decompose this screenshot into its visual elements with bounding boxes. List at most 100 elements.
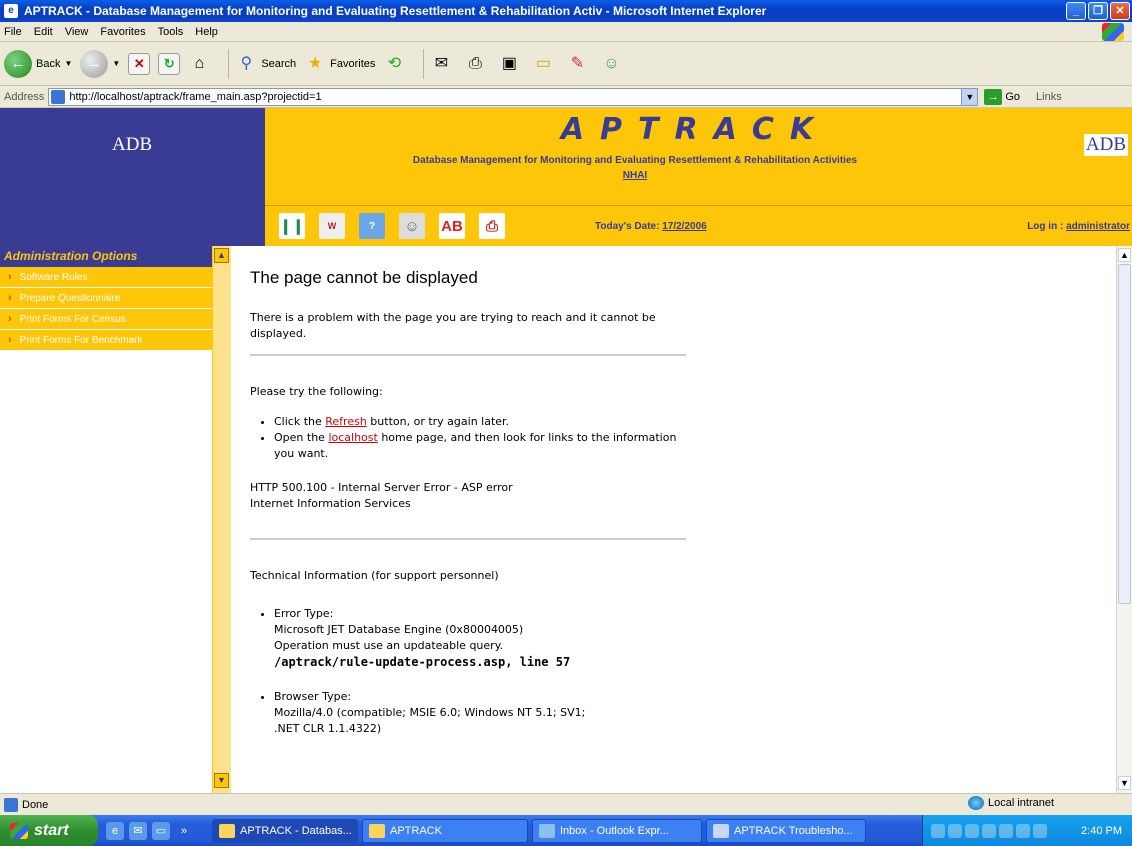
ie-quicklaunch-icon[interactable]: e: [106, 821, 124, 840]
maximize-button[interactable]: ❐: [1088, 2, 1108, 20]
taskbar-item-outlook[interactable]: Inbox - Outlook Expr...: [532, 818, 702, 843]
forward-arrow-icon: →: [80, 49, 109, 78]
menu-favorites[interactable]: Favorites: [100, 26, 145, 38]
history-button[interactable]: ⟲: [383, 53, 409, 75]
tray-icon[interactable]: [1016, 823, 1030, 838]
quick-launch: e ✉ ▭ »: [106, 821, 198, 840]
outlook-quicklaunch-icon[interactable]: ✉: [129, 821, 147, 840]
taskbar-item-ie[interactable]: APTRACK - Databas...: [212, 818, 358, 843]
discuss-button[interactable]: ▭: [532, 53, 558, 75]
login-user[interactable]: administrator: [1066, 221, 1130, 232]
login-info: Log in : administrator: [1027, 221, 1130, 232]
research-button[interactable]: ✎: [566, 53, 592, 75]
folder-icon: ▭: [535, 54, 551, 72]
address-field[interactable]: ▼: [48, 87, 979, 106]
org-link[interactable]: NHAI: [265, 170, 1005, 181]
browser-type-label: Browser Type:: [274, 690, 352, 703]
mail-icon: ✉: [434, 54, 449, 72]
scroll-down-icon[interactable]: ▼: [214, 773, 229, 788]
favorites-button[interactable]: ★ Favorites: [304, 53, 375, 75]
adb-logo-right: ADB: [1083, 134, 1128, 156]
clock[interactable]: 2:40 PM: [1081, 825, 1122, 837]
app-subtitle: Database Management for Monitoring and E…: [412, 155, 858, 166]
close-button[interactable]: ✕: [1110, 2, 1130, 20]
back-button[interactable]: ← Back ▼: [4, 49, 72, 78]
address-label: Address: [4, 90, 45, 103]
desktop-quicklaunch-icon[interactable]: ▭: [152, 821, 170, 840]
back-dropdown-icon[interactable]: ▼: [64, 59, 72, 68]
address-dropdown-icon[interactable]: ▼: [961, 88, 978, 105]
word-icon[interactable]: W: [319, 213, 345, 239]
person-icon[interactable]: ☺: [399, 213, 425, 239]
date-value[interactable]: 17/2/2006: [662, 221, 707, 232]
minimize-button[interactable]: _: [1066, 2, 1086, 20]
expand-chevron-icon[interactable]: »: [175, 822, 193, 840]
scroll-down-icon[interactable]: ▼: [1118, 776, 1131, 790]
book-icon[interactable]: ❙❙: [279, 213, 305, 239]
menu-help[interactable]: Help: [195, 26, 218, 38]
list-item: Open the localhost home page, and then l…: [274, 430, 686, 462]
sidebar-item-prepare-questionnaire[interactable]: › Prepare Questionnaire: [0, 288, 212, 309]
error-type-value: Microsoft JET Database Engine (0x8000400…: [274, 623, 524, 636]
forward-button[interactable]: → ▼: [80, 49, 120, 78]
go-button[interactable]: → Go: [984, 88, 1020, 105]
mail-button[interactable]: ✉: [430, 53, 456, 75]
messenger-button[interactable]: ☺: [600, 53, 626, 75]
page-scrollbar[interactable]: ▲ ▼: [1116, 246, 1132, 793]
security-zone[interactable]: Local intranet: [968, 796, 1054, 810]
localhost-link[interactable]: localhost: [328, 431, 377, 444]
search-button[interactable]: ⚲ Search: [235, 53, 296, 75]
print-button[interactable]: ⎙: [464, 53, 490, 75]
address-bar: Address ▼ → Go Links: [0, 86, 1132, 108]
menu-tools[interactable]: Tools: [158, 26, 184, 38]
list-item: Browser Type: Mozilla/4.0 (compatible; M…: [274, 689, 686, 737]
login-label: Log in :: [1027, 221, 1067, 232]
start-button[interactable]: start: [0, 815, 98, 846]
menu-view[interactable]: View: [65, 26, 89, 38]
refresh-link[interactable]: Refresh: [325, 415, 367, 428]
task-label: APTRACK - Databas...: [240, 824, 352, 837]
refresh-button[interactable]: ↻: [158, 52, 181, 75]
links-toolbar[interactable]: Links: [1036, 91, 1062, 103]
tray-icon[interactable]: [965, 823, 979, 838]
task-label: Inbox - Outlook Expr...: [560, 824, 669, 837]
bullet-text: Click the: [274, 415, 326, 428]
taskbar-item-word[interactable]: APTRACK Troublesho...: [706, 818, 866, 843]
scroll-up-icon[interactable]: ▲: [214, 248, 229, 263]
taskbar: start e ✉ ▭ » APTRACK - Databas... APTRA…: [0, 815, 1132, 846]
history-icon: ⟲: [387, 54, 402, 72]
scroll-up-icon[interactable]: ▲: [1118, 248, 1131, 262]
spellcheck-icon[interactable]: AB: [439, 213, 465, 239]
toolbar-separator: [228, 48, 230, 79]
tray-icon[interactable]: [948, 823, 962, 838]
tray-icon[interactable]: [999, 823, 1013, 838]
sidebar-item-software-rules[interactable]: › Software Rules: [0, 267, 212, 288]
sidebar-scrollbar[interactable]: ▲ ▼: [213, 246, 231, 793]
todays-date: Today's Date: 17/2/2006: [595, 221, 707, 232]
address-input[interactable]: [69, 89, 962, 104]
help-query-icon[interactable]: ?: [359, 213, 385, 239]
home-button[interactable]: ⌂: [188, 53, 214, 75]
app-title: APTRACK: [560, 112, 830, 147]
browser-type-value: .NET CLR 1.1.4322): [274, 722, 382, 735]
sidebar-item-print-benchmark[interactable]: › Print Forms For Benchmark: [0, 330, 212, 351]
tray-icon[interactable]: [1033, 823, 1047, 838]
browser-type-value: Mozilla/4.0 (compatible; MSIE 6.0; Windo…: [274, 706, 586, 719]
tray-icon[interactable]: [982, 823, 996, 838]
ie-icon: [219, 823, 235, 838]
error-intro: There is a problem with the page you are…: [250, 311, 656, 340]
printer-icon[interactable]: ⎙: [479, 213, 505, 239]
menu-file[interactable]: File: [4, 26, 22, 38]
refresh-icon: ↻: [158, 52, 181, 75]
menu-edit[interactable]: Edit: [34, 26, 53, 38]
tray-icon[interactable]: [931, 823, 945, 838]
scroll-thumb[interactable]: [1118, 264, 1131, 604]
forward-dropdown-icon[interactable]: ▼: [112, 59, 120, 68]
back-label: Back: [36, 57, 61, 70]
edit-button[interactable]: ▣: [498, 53, 524, 75]
chevron-right-icon: ›: [8, 334, 12, 346]
stop-button[interactable]: ✕: [128, 52, 151, 75]
window-title-bar[interactable]: e APTRACK - Database Management for Moni…: [0, 0, 1132, 22]
sidebar-item-print-census[interactable]: › Print Forms For Census: [0, 309, 212, 330]
taskbar-item-folder[interactable]: APTRACK: [362, 818, 528, 843]
